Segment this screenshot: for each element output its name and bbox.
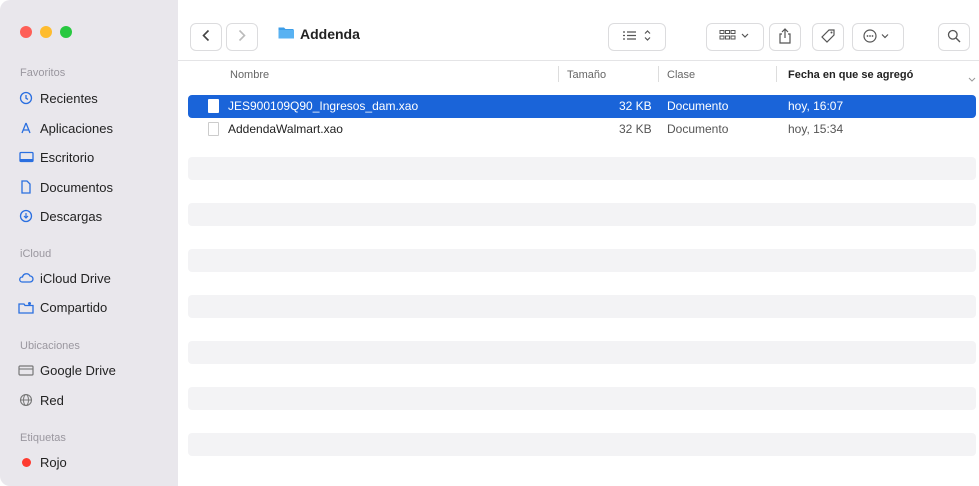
column-clase[interactable]: Clase	[667, 69, 695, 81]
sidebar-item-label: iCloud Drive	[40, 270, 111, 286]
zoom-button[interactable]	[60, 26, 72, 38]
sidebar-item-escritorio[interactable]: Escritorio	[18, 146, 94, 168]
sidebar-item-documentos[interactable]: Documentos	[18, 176, 113, 198]
search-icon	[947, 29, 961, 46]
share-icon	[778, 27, 792, 47]
close-button[interactable]	[20, 26, 32, 38]
sidebar-item-label: Descargas	[40, 208, 103, 224]
drive-icon	[18, 362, 34, 378]
column-header: Nombre Tamaño Clase Fecha en que se agre…	[178, 61, 979, 89]
empty-row	[188, 341, 976, 364]
view-mode-button[interactable]	[608, 23, 666, 51]
list-view-icon	[621, 29, 653, 45]
share-button[interactable]	[769, 23, 801, 51]
sidebar-item-rojo[interactable]: Rojo	[18, 451, 67, 473]
sidebar-item-label: Google Drive	[40, 362, 116, 378]
back-button[interactable]	[190, 23, 222, 51]
sidebar-item-google-drive[interactable]: Google Drive	[18, 359, 116, 381]
file-kind: Documento	[667, 122, 729, 136]
column-fecha[interactable]: Fecha en que se agregó	[788, 69, 913, 81]
empty-row	[188, 456, 976, 479]
empty-row	[188, 364, 976, 387]
sidebar-item-label: Compartido	[40, 299, 108, 315]
desktop-icon	[18, 149, 34, 165]
chevron-down-icon	[968, 71, 976, 86]
file-size: 32 KB	[619, 99, 652, 113]
section-icloud: iCloud	[20, 248, 52, 260]
sidebar-item-label: Red	[40, 392, 64, 408]
empty-row	[188, 433, 976, 456]
column-divider[interactable]	[776, 66, 777, 82]
column-divider[interactable]	[658, 66, 659, 82]
sidebar-item-label: Aplicaciones	[40, 120, 113, 136]
traffic-lights	[20, 26, 72, 38]
file-row-1[interactable]: JES900109Q90_Ingresos_dam.xao 32 KB Docu…	[188, 95, 976, 118]
empty-row	[188, 249, 976, 272]
file-date: hoy, 15:34	[788, 122, 844, 136]
grid-view-icon	[718, 29, 752, 45]
sidebar-item-compartido[interactable]: Compartido	[18, 296, 107, 318]
tag-icon	[820, 28, 836, 47]
file-list: JES900109Q90_Ingresos_dam.xao 32 KB Docu…	[188, 95, 976, 479]
red-tag-icon	[18, 454, 34, 470]
file-icon	[208, 99, 219, 113]
sidebar-item-icloud-drive[interactable]: iCloud Drive	[18, 267, 111, 289]
chevron-right-icon	[238, 29, 246, 45]
file-date: hoy, 16:07	[788, 99, 844, 113]
window-title: Addenda	[278, 26, 360, 42]
finder-window: Favoritos Recientes Aplicaciones Escrito…	[0, 0, 979, 486]
minimize-button[interactable]	[40, 26, 52, 38]
file-kind: Documento	[667, 99, 729, 113]
empty-row	[188, 180, 976, 203]
sidebar-item-label: Documentos	[40, 179, 113, 195]
empty-row	[188, 318, 976, 341]
search-button[interactable]	[938, 23, 970, 51]
shared-folder-icon	[18, 299, 34, 315]
sidebar-item-descargas[interactable]: Descargas	[18, 205, 102, 227]
empty-row	[188, 295, 976, 318]
file-row-2[interactable]: AddendaWalmart.xao 32 KB Documento hoy, …	[188, 118, 976, 141]
tag-button[interactable]	[812, 23, 844, 51]
ellipsis-circle-icon	[862, 28, 894, 46]
download-icon	[18, 208, 34, 224]
chevron-left-icon	[202, 29, 210, 45]
file-name: AddendaWalmart.xao	[228, 122, 343, 136]
empty-row	[188, 387, 976, 410]
sidebar-item-label: Rojo	[40, 454, 67, 470]
section-favoritos: Favoritos	[20, 67, 66, 79]
toolbar: Addenda	[178, 0, 979, 61]
sidebar-item-label: Recientes	[40, 90, 98, 106]
document-icon	[18, 179, 34, 195]
applications-icon	[18, 120, 34, 136]
cloud-icon	[18, 270, 34, 286]
file-icon	[208, 122, 219, 136]
network-globe-icon	[18, 392, 34, 408]
forward-button[interactable]	[226, 23, 258, 51]
empty-row	[188, 203, 976, 226]
section-ubicaciones: Ubicaciones	[20, 340, 80, 352]
section-etiquetas: Etiquetas	[20, 432, 66, 444]
empty-row	[188, 157, 976, 180]
clock-icon	[18, 90, 34, 106]
group-button[interactable]	[706, 23, 764, 51]
sidebar-item-aplicaciones[interactable]: Aplicaciones	[18, 117, 113, 139]
sidebar-item-label: Escritorio	[40, 149, 95, 165]
action-menu-button[interactable]	[852, 23, 904, 51]
column-nombre[interactable]: Nombre	[230, 69, 269, 81]
sidebar: Favoritos Recientes Aplicaciones Escrito…	[0, 0, 178, 486]
sidebar-item-red[interactable]: Red	[18, 389, 64, 411]
file-name: JES900109Q90_Ingresos_dam.xao	[228, 99, 419, 113]
column-tamano[interactable]: Tamaño	[567, 69, 606, 81]
folder-icon	[278, 26, 294, 42]
empty-row	[188, 410, 976, 433]
file-size: 32 KB	[619, 122, 652, 136]
empty-row	[188, 226, 976, 249]
sidebar-item-recientes[interactable]: Recientes	[18, 87, 98, 109]
empty-row	[188, 272, 976, 295]
window-title-label: Addenda	[300, 26, 360, 42]
column-divider[interactable]	[558, 66, 559, 82]
